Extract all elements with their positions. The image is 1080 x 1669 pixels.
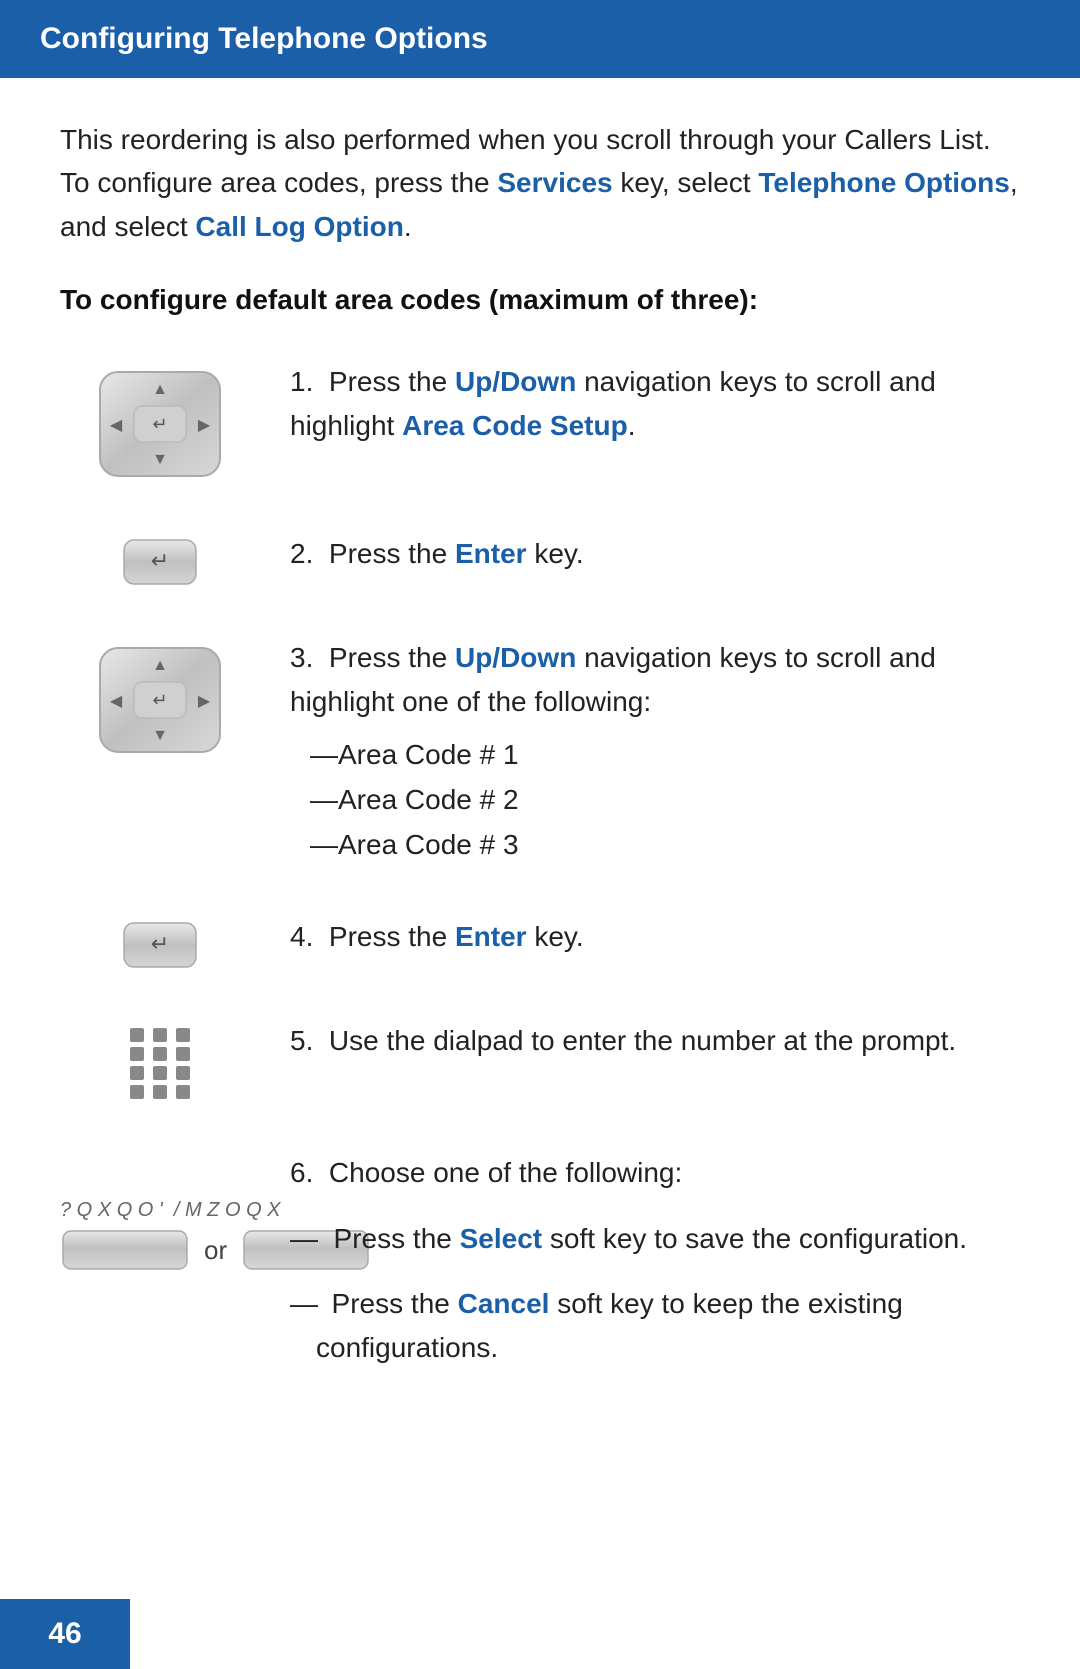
- nav-key-icon-1: ↵ ▲ ▼ ◀ ▶: [90, 364, 230, 484]
- intro-text-2: key, select: [613, 167, 759, 198]
- step-2-number: 2.: [290, 538, 329, 569]
- enter-key-icon-2: ↵: [120, 919, 200, 971]
- step-2-text: 2. Press the Enter key.: [260, 532, 1020, 575]
- area-code-1-item: Area Code # 1: [310, 733, 1020, 778]
- nav-key-icon-2: ↵ ▲ ▼ ◀ ▶: [90, 640, 230, 760]
- step-2-row: ↵ 2. Press the Enter key.: [60, 532, 1020, 588]
- call-log-option-link: Call Log Option: [195, 211, 403, 242]
- step-6-row: ? Q X Q O ' / M Z O Q X: [60, 1151, 1020, 1391]
- step-6-image: ? Q X Q O ' / M Z O Q X: [60, 1151, 260, 1272]
- page-footer: 46: [0, 1599, 130, 1669]
- step-1-image: ↵ ▲ ▼ ◀ ▶: [60, 360, 260, 484]
- step-6-bullet-1: — Press the Select soft key to save the …: [290, 1217, 1020, 1260]
- svg-text:▶: ▶: [198, 417, 211, 434]
- main-content: This reordering is also performed when y…: [0, 118, 1080, 1539]
- step-5-content: Use the dialpad to enter the number at t…: [329, 1025, 956, 1056]
- svg-text:▼: ▼: [152, 727, 168, 744]
- svg-text:↵: ↵: [152, 414, 167, 434]
- steps-container: ↵ ▲ ▼ ◀ ▶ 1. Press the Up/Down navigatio…: [60, 360, 1020, 1439]
- section-heading: To configure default area codes (maximum…: [60, 284, 1020, 316]
- step-1-number: 1.: [290, 366, 329, 397]
- step-4-prefix: Press the: [329, 921, 455, 952]
- telephone-options-link: Telephone Options: [758, 167, 1009, 198]
- svg-text:↵: ↵: [151, 931, 169, 956]
- svg-text:▲: ▲: [152, 381, 168, 398]
- svg-text:◀: ◀: [110, 693, 123, 710]
- step-3-sublist: Area Code # 1 Area Code # 2 Area Code # …: [290, 733, 1020, 867]
- dialpad-icon: [120, 1023, 200, 1103]
- svg-text:▼: ▼: [152, 451, 168, 468]
- step-3-updown-link: Up/Down: [455, 642, 576, 673]
- step-1-prefix: Press the: [329, 366, 455, 397]
- step-1-end: .: [628, 410, 636, 441]
- enter-key-icon-1: ↵: [120, 536, 200, 588]
- step-6-bullet-2-text: Press the Cancel soft key to keep the ex…: [316, 1282, 1020, 1369]
- step-2-prefix: Press the: [329, 538, 455, 569]
- step-2-suffix: key.: [527, 538, 584, 569]
- intro-paragraph: This reordering is also performed when y…: [60, 118, 1020, 248]
- step-1-updown-link: Up/Down: [455, 366, 576, 397]
- select-softkey-button[interactable]: [60, 1228, 190, 1272]
- step-5-row: 5. Use the dialpad to enter the number a…: [60, 1019, 1020, 1103]
- cancel-link: Cancel: [458, 1288, 550, 1319]
- step-5-number: 5.: [290, 1025, 329, 1056]
- select-link: Select: [460, 1223, 543, 1254]
- step-4-row: ↵ 4. Press the Enter key.: [60, 915, 1020, 971]
- step-3-row: ↵ ▲ ▼ ◀ ▶ 3. Press the Up/Down navigatio…: [60, 636, 1020, 867]
- svg-text:▲: ▲: [152, 657, 168, 674]
- step-3-text: 3. Press the Up/Down navigation keys to …: [260, 636, 1020, 867]
- svg-text:↵: ↵: [151, 548, 169, 573]
- svg-text:↵: ↵: [152, 690, 167, 710]
- step-5-text: 5. Use the dialpad to enter the number a…: [260, 1019, 1020, 1062]
- step-2-image: ↵: [60, 532, 260, 588]
- step-1-text: 1. Press the Up/Down navigation keys to …: [260, 360, 1020, 447]
- step-1-row: ↵ ▲ ▼ ◀ ▶ 1. Press the Up/Down navigatio…: [60, 360, 1020, 484]
- svg-text:◀: ◀: [110, 417, 123, 434]
- step-6-number: 6.: [290, 1157, 329, 1188]
- step-6-bullet-1-text: Press the Select soft key to save the co…: [318, 1217, 967, 1260]
- step-6-intro: Choose one of the following:: [329, 1157, 682, 1188]
- step-5-image: [60, 1019, 260, 1103]
- page-number: 46: [48, 1617, 81, 1651]
- step-4-image: ↵: [60, 915, 260, 971]
- step-3-number: 3.: [290, 642, 329, 673]
- step-6-text: 6. Choose one of the following: — Press …: [260, 1151, 1020, 1391]
- step-3-image: ↵ ▲ ▼ ◀ ▶: [60, 636, 260, 760]
- step-2-enter-link: Enter: [455, 538, 527, 569]
- step-6-bullet-2: — Press the Cancel soft key to keep the …: [290, 1282, 1020, 1369]
- step-3-prefix: Press the: [329, 642, 455, 673]
- area-code-2-item: Area Code # 2: [310, 778, 1020, 823]
- step-4-enter-link: Enter: [455, 921, 527, 952]
- step-4-suffix: key.: [527, 921, 584, 952]
- step-4-number: 4.: [290, 921, 329, 952]
- svg-text:▶: ▶: [198, 693, 211, 710]
- header-title: Configuring Telephone Options: [40, 22, 488, 55]
- step-4-text: 4. Press the Enter key.: [260, 915, 1020, 958]
- header-bar: Configuring Telephone Options: [0, 0, 1080, 78]
- services-link: Services: [497, 167, 612, 198]
- or-label: or: [204, 1235, 227, 1266]
- step-1-areacode-link: Area Code Setup: [402, 410, 628, 441]
- intro-text-4: .: [404, 211, 412, 242]
- area-code-3-item: Area Code # 3: [310, 823, 1020, 868]
